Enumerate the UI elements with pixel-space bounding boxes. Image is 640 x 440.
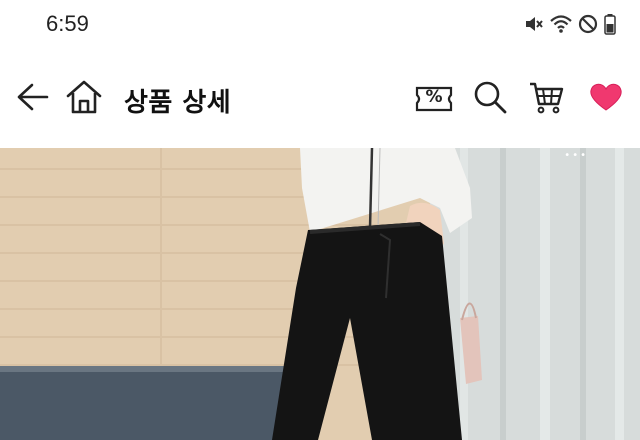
battery-icon	[604, 13, 616, 35]
back-arrow-icon	[14, 81, 50, 117]
wishlist-button[interactable]	[586, 79, 626, 119]
page-title: 상품 상세	[124, 88, 232, 118]
wifi-icon	[550, 14, 572, 34]
coupon-icon-label: %	[425, 87, 443, 107]
dnd-icon	[578, 14, 598, 34]
coupon-icon: %	[415, 85, 453, 113]
cart-icon	[528, 80, 564, 118]
home-icon	[65, 79, 103, 119]
status-icons	[524, 13, 616, 35]
product-image[interactable]: •••	[0, 148, 640, 440]
cart-button[interactable]	[526, 79, 566, 119]
back-button[interactable]	[12, 79, 52, 119]
search-icon	[472, 79, 508, 119]
search-button[interactable]	[470, 79, 510, 119]
app-header: 상품 상세 %	[0, 52, 640, 148]
heart-icon	[589, 82, 623, 116]
carousel-indicator: •••	[564, 150, 588, 161]
status-time: 6:59	[46, 11, 89, 36]
mute-icon	[524, 14, 544, 34]
home-button[interactable]	[64, 79, 104, 119]
coupon-button[interactable]: %	[414, 79, 454, 119]
status-bar: 6:59	[0, 0, 640, 52]
